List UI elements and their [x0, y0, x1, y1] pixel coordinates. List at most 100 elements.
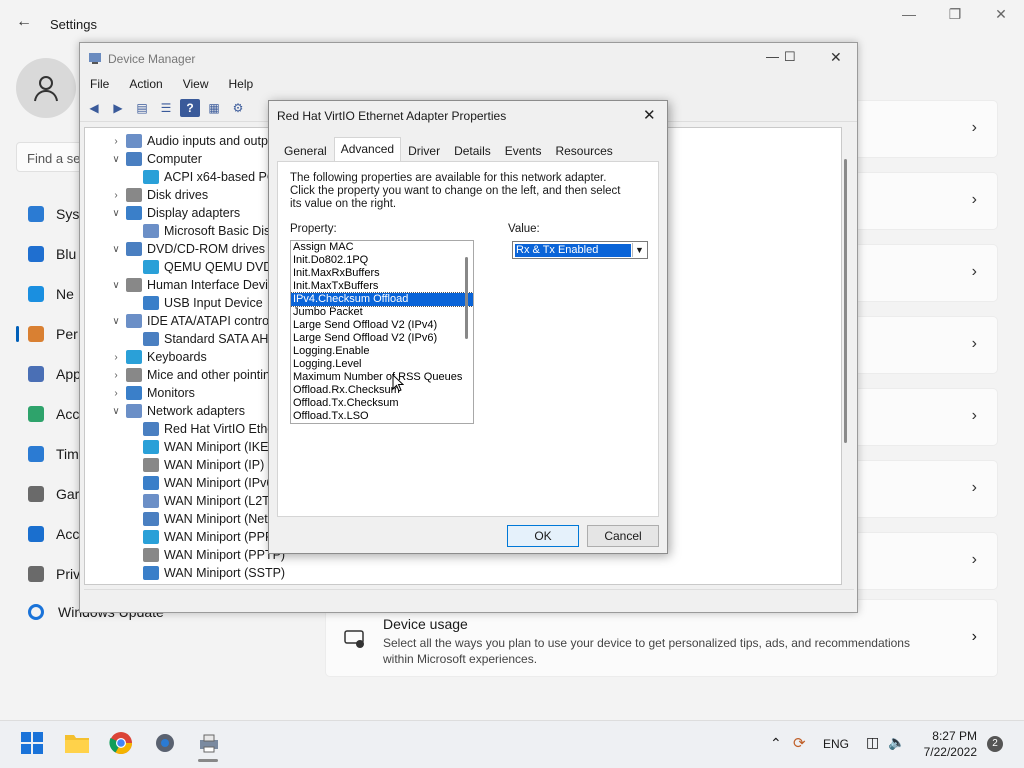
tree-item[interactable]: ∨ Display adapters — [111, 204, 240, 222]
tree-item[interactable]: ∨ DVD/CD-ROM drives — [111, 240, 265, 258]
settings-gear-icon[interactable] — [152, 730, 178, 756]
tab-advanced[interactable]: Advanced — [333, 137, 402, 162]
menu-action[interactable]: Action — [119, 73, 172, 95]
scan-icon[interactable]: ⚙ — [228, 99, 248, 117]
device-manager-taskbar-icon[interactable] — [196, 730, 222, 756]
tree-item[interactable]: ∨ Network adapters — [111, 402, 245, 420]
tab-general[interactable]: General — [277, 139, 334, 162]
nav-item[interactable]: Per — [16, 316, 86, 352]
cancel-button[interactable]: Cancel — [587, 525, 659, 547]
chevron-down-icon[interactable]: ∨ — [111, 208, 121, 219]
tree-item[interactable]: USB Input Device — [143, 294, 263, 312]
tree-item[interactable]: ACPI x64-based PC — [143, 168, 276, 186]
nav-item[interactable]: Gar — [16, 476, 86, 512]
settings-card[interactable]: › — [840, 244, 998, 302]
settings-card[interactable]: › — [840, 316, 998, 374]
help-icon[interactable]: ? — [180, 99, 200, 117]
tab-events[interactable]: Events — [498, 139, 549, 162]
tree-item[interactable]: ∨ Computer — [111, 150, 202, 168]
chevron-right-icon[interactable]: › — [111, 352, 121, 363]
chevron-down-icon[interactable]: ∨ — [111, 244, 121, 255]
settings-card[interactable]: › — [840, 460, 998, 518]
back-icon[interactable]: ◀ — [84, 99, 104, 117]
tree-item[interactable]: Red Hat VirtIO Ether — [143, 420, 278, 438]
adapter-properties-dialog[interactable]: Red Hat VirtIO Ethernet Adapter Properti… — [268, 100, 668, 554]
settings-card[interactable]: › — [840, 100, 998, 158]
property-item[interactable]: Init.MaxRxBuffers — [291, 267, 473, 280]
nav-item[interactable]: Acc — [16, 396, 86, 432]
settings-card[interactable]: › — [840, 532, 998, 590]
nav-item[interactable]: Sys — [16, 196, 86, 232]
view-icon[interactable]: ▦ — [204, 99, 224, 117]
property-item[interactable]: Logging.Enable — [291, 345, 473, 358]
tree-item[interactable]: WAN Miniport (IPv6 — [143, 474, 273, 492]
tab-details[interactable]: Details — [447, 139, 498, 162]
tree-item[interactable]: › Keyboards — [111, 348, 207, 366]
property-item[interactable]: Init.Do802.1PQ — [291, 254, 473, 267]
property-item[interactable]: Offload.Tx.Checksum — [291, 397, 473, 410]
chevron-down-icon[interactable]: ∨ — [111, 154, 121, 165]
tree-item[interactable]: › Mice and other pointin — [111, 366, 270, 384]
property-item[interactable]: Maximum Number of RSS Queues — [291, 371, 473, 384]
nav-item[interactable]: Blu — [16, 236, 86, 272]
notification-badge[interactable]: 2 — [987, 736, 1003, 752]
property-item[interactable]: Logging.Level — [291, 358, 473, 371]
nav-item[interactable]: Acc — [16, 516, 86, 552]
property-item[interactable]: IPv4.Checksum Offload — [291, 292, 473, 307]
menu-view[interactable]: View — [173, 73, 219, 95]
property-item[interactable]: Large Send Offload V2 (IPv4) — [291, 319, 473, 332]
property-item[interactable]: Offload.Rx.Checksum — [291, 384, 473, 397]
nav-item[interactable]: Tim — [16, 436, 86, 472]
tab-driver[interactable]: Driver — [401, 139, 447, 162]
tab-resources[interactable]: Resources — [548, 139, 619, 162]
clock-date[interactable]: 7/22/2022 — [917, 745, 977, 759]
file-explorer-icon[interactable] — [64, 730, 90, 756]
language-indicator[interactable]: ENG — [823, 737, 849, 751]
nav-item[interactable]: Ne — [16, 276, 86, 312]
tree-item[interactable]: › Monitors — [111, 384, 195, 402]
nav-item[interactable]: App — [16, 356, 86, 392]
start-icon[interactable] — [19, 730, 45, 756]
tree-item[interactable]: WAN Miniport (PPTP) — [143, 546, 285, 564]
property-item[interactable]: Offload.Tx.LSO — [291, 410, 473, 423]
ok-button[interactable]: OK — [507, 525, 579, 547]
menu-help[interactable]: Help — [219, 73, 264, 95]
scrollbar-thumb[interactable] — [844, 159, 847, 443]
tree-item[interactable]: › Audio inputs and output — [111, 132, 278, 150]
settings-search-input[interactable]: Find a se — [16, 142, 86, 172]
nav-item[interactable]: Priv — [16, 556, 86, 592]
chevron-down-icon[interactable]: ∨ — [111, 280, 121, 291]
back-arrow-icon[interactable]: ← — [16, 13, 32, 31]
tree-item[interactable]: Standard SATA AHC — [143, 330, 277, 348]
tree-item[interactable]: ∨ Human Interface Devic — [111, 276, 274, 294]
property-item[interactable]: Assign MAC — [291, 241, 473, 254]
minimize-icon[interactable]: — — [766, 49, 779, 64]
maximize-icon[interactable]: ☐ — [784, 49, 796, 65]
network-icon[interactable]: ◫ — [866, 734, 879, 751]
chevron-down-icon[interactable]: ∨ — [111, 316, 121, 327]
settings-card[interactable]: › — [840, 388, 998, 446]
minimize-icon[interactable]: — — [886, 6, 932, 22]
chevron-right-icon[interactable]: › — [111, 370, 121, 381]
forward-icon[interactable]: ▶ — [108, 99, 128, 117]
tree-item[interactable]: ∨ IDE ATA/ATAPI controlle — [111, 312, 282, 330]
property-item[interactable]: Init.MaxTxBuffers — [291, 280, 473, 293]
volume-icon[interactable]: 🔈 — [888, 734, 905, 751]
restore-icon[interactable]: ❐ — [932, 6, 978, 23]
tree-item[interactable]: WAN Miniport (L2T — [143, 492, 270, 510]
chrome-icon[interactable] — [108, 730, 134, 756]
close-icon[interactable]: ✕ — [830, 49, 842, 66]
list-icon[interactable]: ☰ — [156, 99, 176, 117]
property-item[interactable]: Jumbo Packet — [291, 306, 473, 319]
property-list[interactable]: Assign MAC Init.Do802.1PQ Init.MaxRxBuffer… — [290, 240, 474, 424]
avatar[interactable] — [16, 58, 76, 118]
tree-item[interactable]: QEMU QEMU DVD- — [143, 258, 277, 276]
tree-item[interactable]: WAN Miniport (IKEv — [143, 438, 275, 456]
close-icon[interactable]: ✕ — [643, 106, 656, 124]
tree-item[interactable]: WAN Miniport (PPP — [143, 528, 273, 546]
settings-card[interactable]: › — [840, 172, 998, 230]
chevron-up-icon[interactable]: ⌃ — [770, 735, 782, 752]
update-sync-icon[interactable]: ⟳ — [793, 734, 806, 752]
tree-item[interactable]: Microsoft Basic Disp — [143, 222, 277, 240]
tree-item[interactable]: WAN Miniport (SSTP) — [143, 564, 285, 582]
